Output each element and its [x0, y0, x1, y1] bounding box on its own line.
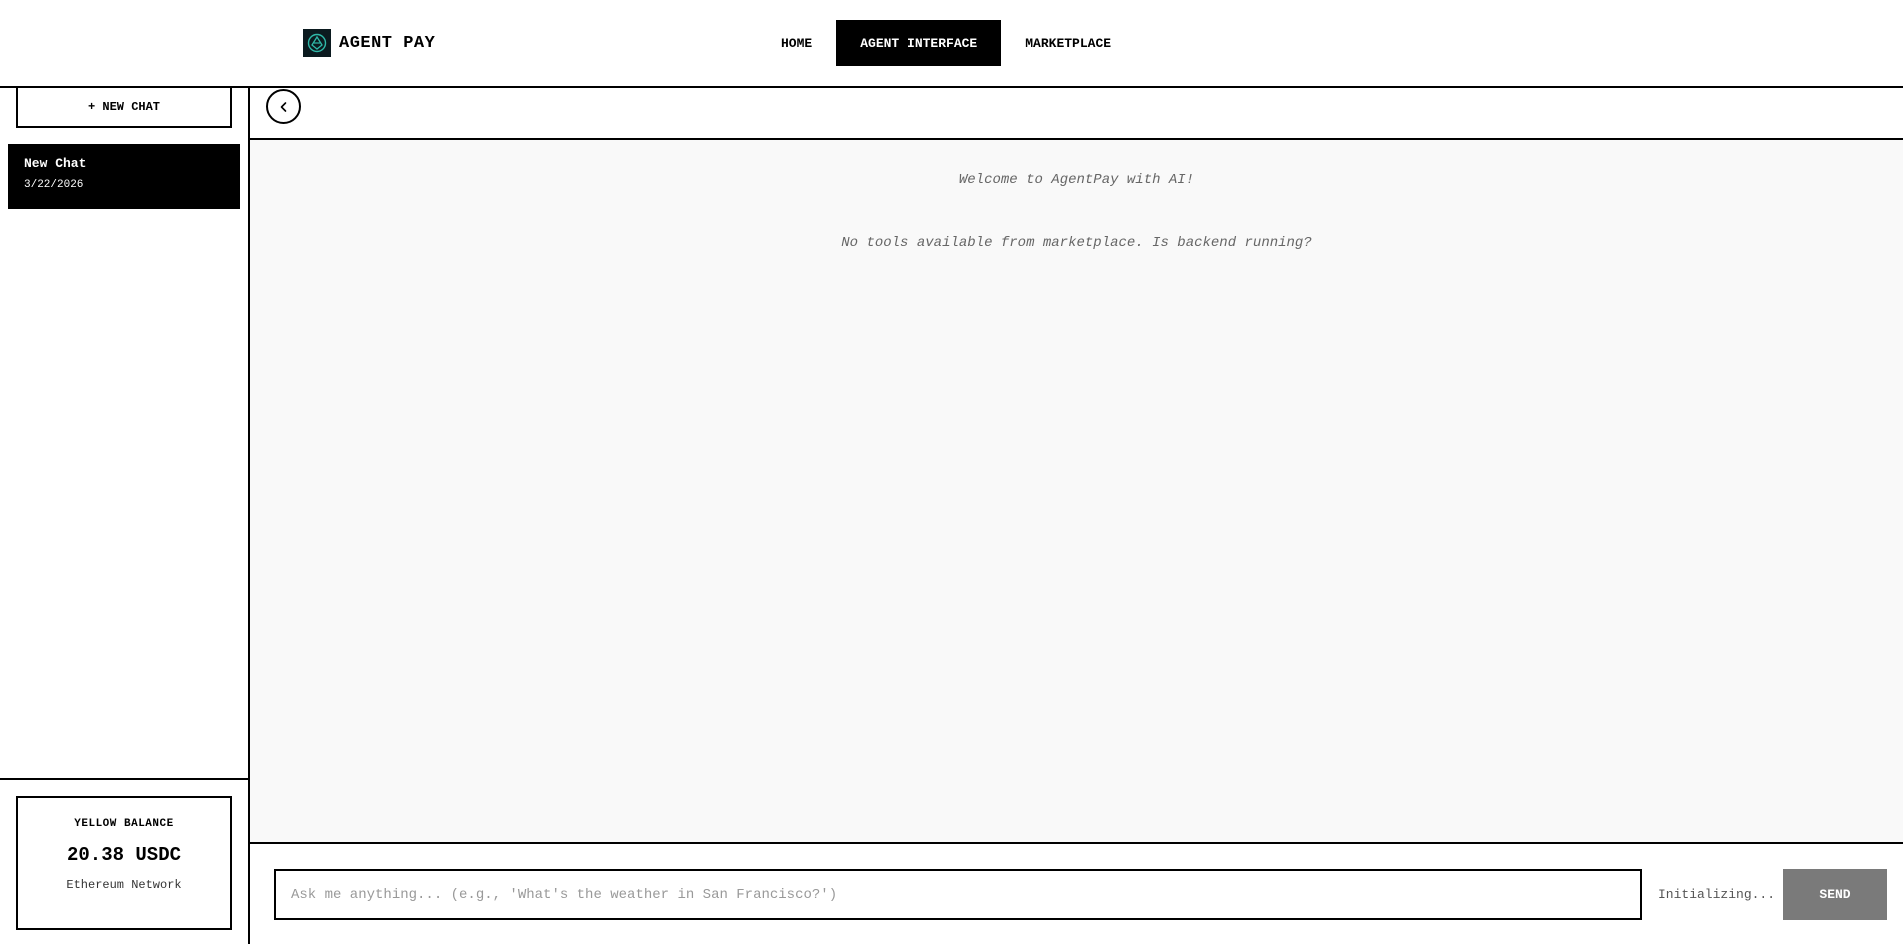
new-chat-button[interactable]: + NEW CHAT	[16, 88, 232, 128]
balance-section: YELLOW BALANCE 20.38 USDC Ethereum Netwo…	[0, 778, 248, 944]
balance-card: YELLOW BALANCE 20.38 USDC Ethereum Netwo…	[16, 796, 232, 930]
message-composer: Initializing... SEND	[250, 844, 1903, 944]
system-message: No tools available from marketplace. Is …	[841, 235, 1312, 251]
chat-item-title: New Chat	[24, 156, 87, 171]
nav-agent-interface[interactable]: AGENT INTERFACE	[836, 20, 1002, 66]
main-nav: HOME AGENT INTERFACE MARKETPLACE	[757, 20, 1135, 66]
balance-label: YELLOW BALANCE	[74, 818, 174, 830]
chat-sidebar: + NEW CHAT New Chat 3/22/2026 YELLOW BAL…	[0, 88, 250, 944]
top-navbar: AGENT PAY HOME AGENT INTERFACE MARKETPLA…	[0, 0, 1903, 88]
chat-header	[250, 88, 1903, 140]
chat-input[interactable]	[274, 869, 1642, 920]
brand-name: AGENT PAY	[339, 33, 436, 53]
chat-item-date: 3/22/2026	[24, 179, 84, 191]
nav-home[interactable]: HOME	[757, 20, 836, 66]
agent-pay-logo-icon	[303, 29, 331, 57]
brand[interactable]: AGENT PAY	[303, 29, 435, 57]
nav-marketplace[interactable]: MARKETPLACE	[1001, 20, 1135, 66]
chat-list-item[interactable]: New Chat 3/22/2026	[8, 144, 240, 209]
balance-amount: 20.38 USDC	[66, 844, 182, 866]
send-button[interactable]: SEND	[1783, 869, 1887, 920]
message-list: Welcome to AgentPay with AI! No tools av…	[250, 140, 1903, 844]
collapse-sidebar-button[interactable]	[266, 89, 301, 124]
system-message: Welcome to AgentPay with AI!	[958, 172, 1195, 188]
chevron-left-icon	[280, 101, 286, 112]
balance-network: Ethereum Network	[66, 878, 182, 892]
status-text: Initializing...	[1658, 887, 1776, 902]
chat-panel: Welcome to AgentPay with AI! No tools av…	[250, 88, 1903, 944]
